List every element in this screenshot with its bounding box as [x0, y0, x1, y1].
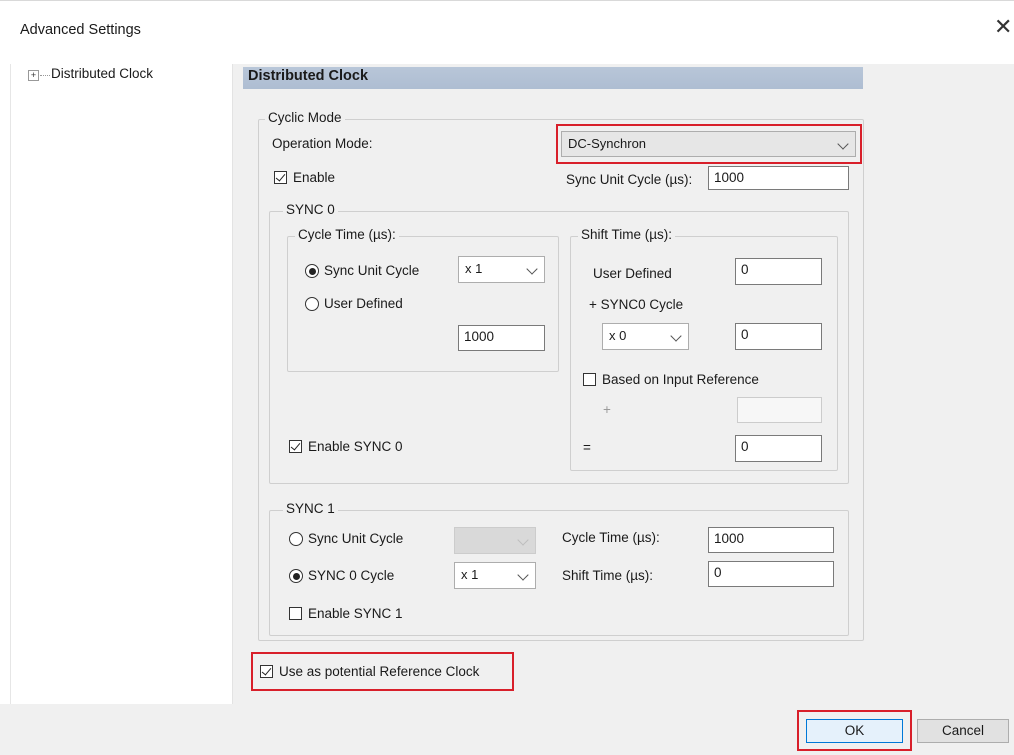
equals-sign: = [583, 440, 591, 455]
shift-user-defined-input[interactable]: 0 [735, 258, 822, 285]
plus-sync0-cycle-label: + SYNC0 Cycle [589, 297, 684, 312]
sync0-cycle-time-input[interactable]: 1000 [458, 325, 545, 351]
operation-mode-label: Operation Mode: [272, 136, 373, 151]
sync1-sync-unit-cycle-label: Sync Unit Cycle [308, 531, 404, 546]
chevron-down-icon [670, 330, 682, 342]
sync1-cycle-time-label: Cycle Time (µs): [562, 530, 660, 545]
plus-sign: + [603, 402, 611, 417]
tree-item-distributed-clock[interactable]: Distributed Clock [51, 66, 153, 81]
cancel-button[interactable]: Cancel [917, 719, 1009, 743]
sync-unit-cycle-input[interactable]: 1000 [708, 166, 849, 190]
reference-clock-checkbox[interactable] [260, 665, 273, 678]
operation-mode-highlight [556, 124, 862, 164]
enable-checkbox[interactable] [274, 171, 287, 184]
sync1-multiplier-value: x 1 [461, 567, 479, 582]
sync-unit-cycle-label: Sync Unit Cycle (µs): [566, 172, 693, 187]
sync1-shift-time-label: Shift Time (µs): [562, 568, 654, 583]
panel-header-title: Distributed Clock [248, 68, 369, 84]
enable-label: Enable [293, 170, 336, 185]
enable-sync1-checkbox[interactable] [289, 607, 302, 620]
sync1-legend: SYNC 1 [283, 501, 338, 516]
sync1-sync0-cycle-label: SYNC 0 Cycle [308, 568, 395, 583]
input-reference-input[interactable] [737, 397, 822, 423]
shift-time-legend: Shift Time (µs): [578, 227, 676, 242]
cycle-time-legend: Cycle Time (µs): [295, 227, 399, 242]
shift-result-input[interactable]: 0 [735, 435, 822, 462]
sync0-legend: SYNC 0 [283, 202, 338, 217]
ok-button[interactable]: OK [806, 719, 903, 743]
left-edge [10, 64, 11, 704]
shift-multiplier-select[interactable]: x 0 [602, 323, 689, 350]
title-bar [0, 0, 1014, 65]
enable-sync0-label: Enable SYNC 0 [308, 439, 403, 454]
expand-icon[interactable]: + [28, 70, 39, 81]
sync0-user-defined-radio[interactable] [305, 297, 319, 311]
close-icon[interactable]: ✕ [994, 16, 1012, 38]
sync1-sync0-cycle-radio[interactable] [289, 569, 303, 583]
sync1-sync-unit-cycle-radio[interactable] [289, 532, 303, 546]
based-on-input-checkbox[interactable] [583, 373, 596, 386]
sync1-cycle-time-input[interactable]: 1000 [708, 527, 834, 553]
sync0-multiplier-select[interactable]: x 1 [458, 256, 545, 283]
tree-connector [40, 75, 50, 76]
enable-sync1-label: Enable SYNC 1 [308, 606, 403, 621]
sync0-multiplier-value: x 1 [465, 261, 483, 276]
sync1-shift-time-input[interactable]: 0 [708, 561, 834, 587]
sync1-unit-select[interactable] [454, 527, 536, 554]
chevron-down-icon [517, 569, 529, 581]
shift-multiplier-input[interactable]: 0 [735, 323, 822, 350]
window-title: Advanced Settings [20, 22, 141, 38]
chevron-down-icon [526, 263, 538, 275]
sync1-multiplier-select[interactable]: x 1 [454, 562, 536, 589]
sync0-sync-unit-cycle-radio[interactable] [305, 264, 319, 278]
enable-sync0-checkbox[interactable] [289, 440, 302, 453]
sync0-user-defined-label: User Defined [324, 296, 403, 311]
settings-tree [14, 64, 232, 704]
sync0-sync-unit-cycle-label: Sync Unit Cycle [324, 263, 420, 278]
shift-user-defined-label: User Defined [593, 266, 672, 281]
chevron-down-icon [517, 534, 529, 546]
cyclic-mode-legend: Cyclic Mode [265, 110, 345, 125]
shift-multiplier-value: x 0 [609, 328, 627, 343]
based-on-input-label: Based on Input Reference [602, 372, 759, 387]
reference-clock-label: Use as potential Reference Clock [279, 664, 480, 679]
